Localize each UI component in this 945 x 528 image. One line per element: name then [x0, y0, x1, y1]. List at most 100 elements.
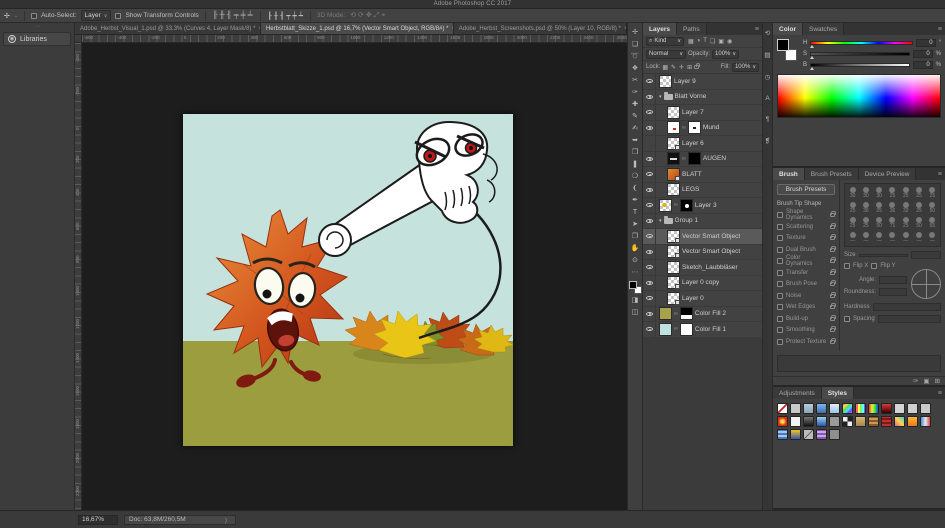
mode-3d-icon[interactable]: ⟳: [357, 12, 365, 19]
lock-icon[interactable]: [830, 305, 835, 309]
filter-smart-objects-icon[interactable]: ▣: [718, 38, 724, 45]
brush-option-item[interactable]: Build-up: [773, 313, 839, 325]
style-swatch[interactable]: [920, 416, 931, 427]
layer-visibility-toggle[interactable]: [643, 214, 656, 229]
layer-thumbnail[interactable]: [667, 292, 680, 305]
canvas-artwork[interactable]: [183, 114, 513, 446]
show-transform-checkbox[interactable]: [115, 13, 121, 19]
layer-thumbnail[interactable]: [667, 152, 680, 165]
layer-visibility-toggle[interactable]: [643, 105, 656, 120]
layer-row[interactable]: ∞AUGEN: [643, 152, 762, 168]
style-swatch[interactable]: [777, 429, 788, 440]
group-expand-arrow[interactable]: ▾: [659, 94, 662, 100]
style-swatch[interactable]: [816, 429, 827, 440]
tool-preset-caret-icon[interactable]: ⌄: [14, 13, 18, 19]
brush-tip-cell[interactable]: 25: [873, 200, 886, 215]
type-tool[interactable]: T: [628, 206, 642, 218]
lock-icon[interactable]: [830, 340, 835, 344]
style-swatch[interactable]: [777, 403, 788, 414]
foreground-color-swatch[interactable]: [777, 39, 789, 51]
clone-stamp-tool[interactable]: ✍: [628, 122, 642, 134]
character-icon[interactable]: A: [765, 95, 769, 102]
brush-tip-cell[interactable]: —: [926, 230, 939, 245]
layer-row[interactable]: ▾Blatt Vorne: [643, 90, 762, 106]
group-expand-arrow[interactable]: ▾: [659, 218, 662, 224]
title-bar[interactable]: Adobe Photoshop CC 2017: [0, 0, 945, 9]
brush-option-item[interactable]: Noise: [773, 290, 839, 302]
layer-thumbnail[interactable]: [667, 121, 680, 134]
flip-y-checkbox[interactable]: [871, 263, 877, 269]
style-swatch[interactable]: [829, 416, 840, 427]
brush-tip-cell[interactable]: —: [846, 230, 859, 245]
brush-option-item[interactable]: Transfer: [773, 267, 839, 279]
brush-option-checkbox[interactable]: [777, 327, 783, 333]
brush-presets-button[interactable]: Brush Presets: [777, 184, 835, 195]
brush-option-checkbox[interactable]: [777, 339, 783, 345]
layer-visibility-toggle[interactable]: [643, 229, 656, 244]
style-swatch[interactable]: [842, 403, 853, 414]
layer-mask-thumbnail[interactable]: [688, 121, 701, 134]
crop-tool[interactable]: ✂: [628, 74, 642, 86]
marquee-tool[interactable]: ❏: [628, 38, 642, 50]
layer-visibility-toggle[interactable]: [643, 322, 656, 337]
style-swatch[interactable]: [816, 416, 827, 427]
style-swatch[interactable]: [907, 416, 918, 427]
color-slider-track[interactable]: [810, 52, 910, 56]
layer-row[interactable]: ∞Layer 3: [643, 198, 762, 214]
brush-option-item[interactable]: Dual Brush: [773, 244, 839, 256]
lasso-tool[interactable]: ➰: [628, 50, 642, 62]
slider-thumb-icon[interactable]: [810, 67, 814, 70]
quick-mask-toggle[interactable]: ◨: [628, 294, 642, 306]
filter-pixel-layers-icon[interactable]: ▦: [688, 38, 694, 45]
panel-menu-icon[interactable]: ≡: [935, 168, 945, 180]
tab-brush-presets[interactable]: Brush Presets: [805, 168, 859, 180]
layer-row[interactable]: Layer 0: [643, 291, 762, 307]
brush-option-item[interactable]: Brush Pose: [773, 279, 839, 291]
brush-tip-cell[interactable]: —: [912, 230, 925, 245]
brush-tip-cell[interactable]: 50: [912, 215, 925, 230]
hardness-slider[interactable]: [873, 303, 941, 311]
style-swatch[interactable]: [894, 403, 905, 414]
eyedropper-tool[interactable]: ✑: [628, 86, 642, 98]
tab-brush[interactable]: Brush: [773, 168, 805, 180]
brush-tip-cell[interactable]: 50: [926, 200, 939, 215]
lock-icon[interactable]: [830, 271, 835, 275]
style-swatch[interactable]: [803, 429, 814, 440]
style-swatch[interactable]: [829, 429, 840, 440]
layer-row[interactable]: ▾Group 1: [643, 214, 762, 230]
layer-visibility-toggle[interactable]: [643, 74, 656, 89]
brush-option-item[interactable]: Shape Dynamics: [773, 210, 839, 222]
flip-x-checkbox[interactable]: [844, 263, 850, 269]
align-icon[interactable]: ╧: [247, 12, 254, 19]
brush-angle-widget[interactable]: [911, 269, 941, 299]
hand-tool[interactable]: ✋: [628, 242, 642, 254]
style-swatch[interactable]: [907, 403, 918, 414]
tab-paths[interactable]: Paths: [677, 23, 707, 35]
texture-protect-icon[interactable]: ▣: [923, 377, 929, 385]
brush-tip-cell[interactable]: 25: [912, 200, 925, 215]
lock-icon[interactable]: [830, 248, 835, 252]
tab-color[interactable]: Color: [773, 23, 803, 35]
brush-option-checkbox[interactable]: [777, 270, 783, 276]
style-swatch[interactable]: [790, 429, 801, 440]
layer-visibility-toggle[interactable]: [643, 90, 656, 105]
brush-tip-cell[interactable]: —: [899, 230, 912, 245]
slider-value-field[interactable]: 0: [916, 39, 936, 47]
layer-row[interactable]: BLATT: [643, 167, 762, 183]
brush-tip-cell[interactable]: 32: [899, 200, 912, 215]
style-swatch[interactable]: [855, 416, 866, 427]
document-tab[interactable]: Adobe_Herbst_Visual_1.psd @ 33,3% (Curve…: [75, 23, 261, 34]
layer-thumbnail[interactable]: [667, 261, 680, 274]
panel-menu-icon[interactable]: ≡: [752, 23, 762, 35]
document-size-indicator[interactable]: Doc: 63,8M/260,5M 〉: [124, 515, 236, 525]
brush-option-checkbox[interactable]: [777, 212, 783, 218]
layer-row[interactable]: LEGS: [643, 183, 762, 199]
lock-icon[interactable]: [830, 317, 835, 321]
tab-adjustments[interactable]: Adjustments: [773, 387, 822, 399]
lock-icon[interactable]: [830, 294, 835, 298]
brush-option-item[interactable]: Wet Edges: [773, 302, 839, 314]
brush-tip-cell[interactable]: 25: [886, 185, 899, 200]
layer-row[interactable]: Layer 7: [643, 105, 762, 121]
brush-tip-cell[interactable]: 25: [899, 215, 912, 230]
filter-kind-dropdown[interactable]: ⌕ Kind ∨: [646, 37, 684, 46]
